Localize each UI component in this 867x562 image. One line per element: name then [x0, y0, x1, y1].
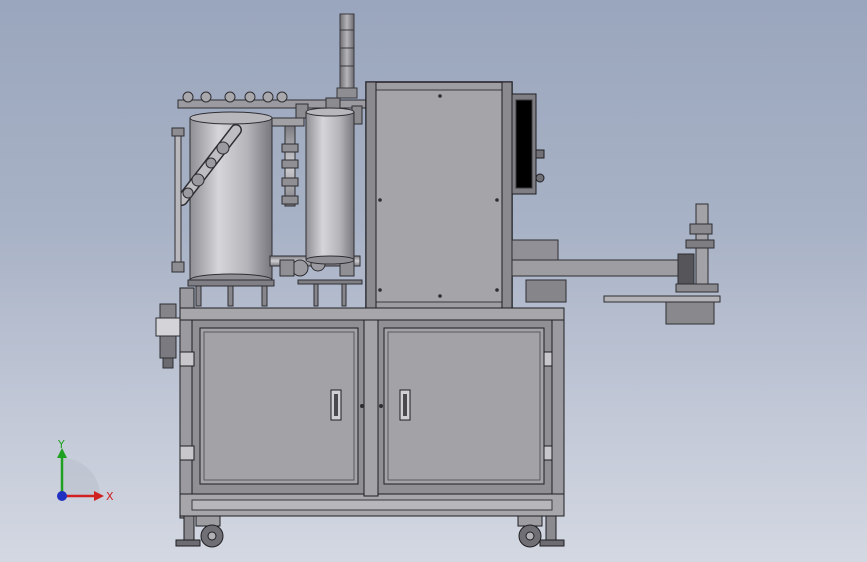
cabinet-door-left[interactable] — [199, 327, 364, 485]
caster-wheel-icon — [175, 515, 224, 548]
cad-viewport[interactable]: Y X — [0, 0, 867, 562]
triad-plane — [62, 458, 100, 496]
coordinate-triad: Y X — [57, 440, 114, 503]
cabinet-door-handle-icon[interactable] — [330, 389, 342, 421]
caster-wheel-icon — [517, 515, 565, 548]
axis-z-dot — [57, 491, 67, 501]
signal-tower-icon — [336, 13, 358, 99]
axis-x-label: X — [106, 490, 114, 503]
axis-y-label: Y — [57, 440, 65, 451]
cabinet-door-handle-icon[interactable] — [399, 389, 411, 421]
cabinet-door-right[interactable] — [379, 327, 545, 485]
machine-model[interactable] — [0, 0, 867, 562]
transfer-arm[interactable] — [511, 203, 721, 325]
filter-tank-left[interactable] — [176, 111, 275, 307]
filter-regulator-icon[interactable] — [155, 303, 181, 369]
